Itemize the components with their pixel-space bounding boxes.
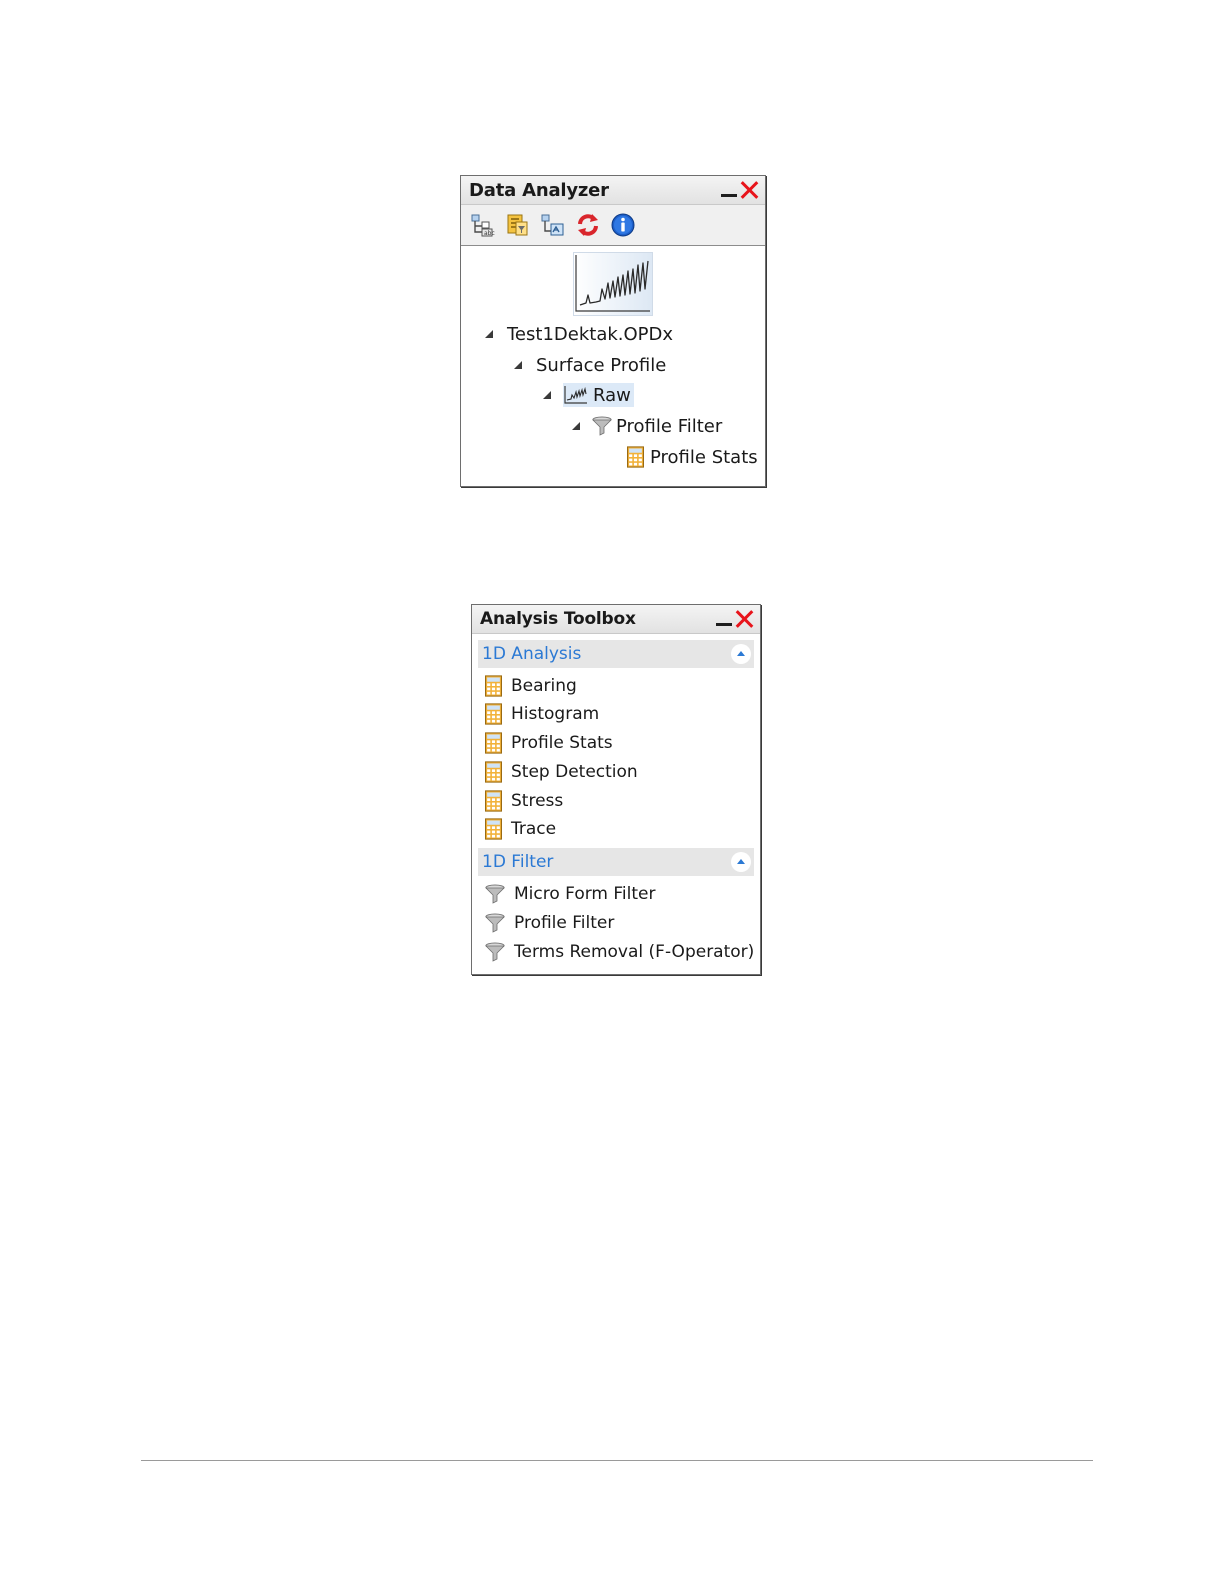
- expand-arrow-icon[interactable]: [572, 422, 580, 430]
- tree-node-surface-profile-label: Surface Profile: [536, 354, 667, 376]
- tree-node-profile-filter-label: Profile Filter: [616, 415, 723, 437]
- calculator-icon: [485, 675, 502, 697]
- data-analyzer-title: Data Analyzer: [469, 179, 609, 201]
- analysis-toolbox-title: Analysis Toolbox: [480, 609, 636, 629]
- close-button[interactable]: [734, 608, 754, 630]
- profile-thumbnail[interactable]: [573, 252, 653, 316]
- info-button[interactable]: [609, 211, 637, 239]
- calculator-icon: [485, 732, 502, 754]
- expand-arrow-icon[interactable]: [485, 330, 493, 338]
- toolbox-item-label: Micro Form Filter: [514, 884, 656, 904]
- analysis-toolbox-panel: Analysis Toolbox 1D Analysis Bearing His…: [471, 604, 761, 975]
- tree-node-profile-stats[interactable]: Profile Stats: [627, 443, 758, 471]
- toolbox-item-bearing[interactable]: Bearing: [485, 672, 577, 700]
- toolbox-item-label: Stress: [511, 791, 564, 811]
- calculator-icon: [485, 703, 502, 725]
- refresh-icon: [578, 214, 598, 236]
- expand-arrow-icon[interactable]: [543, 391, 551, 399]
- profile-line-icon: [563, 384, 589, 406]
- data-analyzer-toolbar: abc: [461, 205, 765, 246]
- tree-node-file[interactable]: Test1Dektak.OPDx: [485, 320, 673, 348]
- toolbox-item-label: Histogram: [511, 704, 600, 724]
- toolbox-item-step-detection[interactable]: Step Detection: [485, 758, 638, 786]
- close-button[interactable]: [739, 179, 759, 201]
- data-analyzer-panel: Data Analyzer abc Test1Dektak.OPDx Surfa…: [460, 175, 766, 487]
- refresh-button[interactable]: [574, 211, 602, 239]
- toolbox-item-histogram[interactable]: Histogram: [485, 700, 599, 728]
- footer-divider: [141, 1460, 1093, 1461]
- close-icon: [734, 608, 754, 630]
- tree-node-profile-stats-label: Profile Stats: [650, 446, 758, 468]
- minimize-icon: [716, 623, 732, 626]
- add-analysis-icon: abc: [471, 214, 495, 237]
- add-filter-icon: [507, 214, 528, 236]
- funnel-icon: [485, 913, 505, 933]
- funnel-icon: [485, 884, 505, 904]
- toolbox-item-terms-removal[interactable]: Terms Removal (F-Operator): [485, 938, 754, 966]
- expand-arrow-icon[interactable]: [514, 361, 522, 369]
- toolbox-item-label: Profile Filter: [514, 913, 615, 933]
- add-analysis-button[interactable]: abc: [469, 211, 497, 239]
- minimize-button[interactable]: [719, 179, 739, 201]
- add-data-button[interactable]: [539, 211, 567, 239]
- minimize-icon: [721, 194, 737, 197]
- toolbox-item-label: Profile Stats: [511, 733, 613, 753]
- tree-node-raw[interactable]: Raw: [543, 381, 634, 409]
- calculator-icon: [627, 446, 644, 468]
- calculator-icon: [485, 761, 502, 783]
- svg-text:abc: abc: [484, 230, 495, 237]
- tree-node-surface-profile[interactable]: Surface Profile: [514, 351, 666, 379]
- toolbox-item-profile-filter[interactable]: Profile Filter: [485, 909, 614, 937]
- toolbox-item-profile-stats[interactable]: Profile Stats: [485, 729, 613, 757]
- tree-node-raw-label: Raw: [593, 384, 631, 406]
- tree-node-file-label: Test1Dektak.OPDx: [507, 323, 674, 345]
- toolbox-item-micro-form-filter[interactable]: Micro Form Filter: [485, 880, 656, 908]
- section-title-1d-analysis: 1D Analysis: [482, 644, 582, 664]
- funnel-icon: [485, 942, 505, 962]
- info-icon: [611, 213, 635, 237]
- section-header-1d-filter[interactable]: 1D Filter: [478, 848, 754, 876]
- toolbox-item-label: Step Detection: [511, 762, 638, 782]
- section-title-1d-filter: 1D Filter: [482, 852, 554, 872]
- collapse-up-icon[interactable]: [731, 852, 751, 872]
- calculator-icon: [485, 818, 502, 840]
- toolbox-item-label: Bearing: [511, 676, 577, 696]
- close-icon: [739, 179, 759, 201]
- section-header-1d-analysis[interactable]: 1D Analysis: [478, 640, 754, 668]
- funnel-icon: [592, 416, 612, 436]
- toolbox-item-label: Terms Removal (F-Operator): [514, 942, 755, 962]
- toolbox-item-trace[interactable]: Trace: [485, 815, 556, 843]
- add-data-icon: [541, 214, 564, 236]
- analysis-toolbox-titlebar: Analysis Toolbox: [472, 605, 760, 634]
- tree-node-profile-filter[interactable]: Profile Filter: [572, 412, 722, 440]
- add-filter-button[interactable]: [504, 211, 532, 239]
- minimize-button[interactable]: [714, 608, 734, 630]
- toolbox-item-label: Trace: [511, 819, 557, 839]
- profile-chart-thumbnail: [575, 255, 650, 312]
- data-analyzer-titlebar: Data Analyzer: [461, 176, 765, 205]
- toolbox-item-stress[interactable]: Stress: [485, 787, 563, 815]
- tree-node-raw-selection: Raw: [563, 383, 634, 407]
- collapse-up-icon[interactable]: [731, 644, 751, 664]
- calculator-icon: [485, 790, 502, 812]
